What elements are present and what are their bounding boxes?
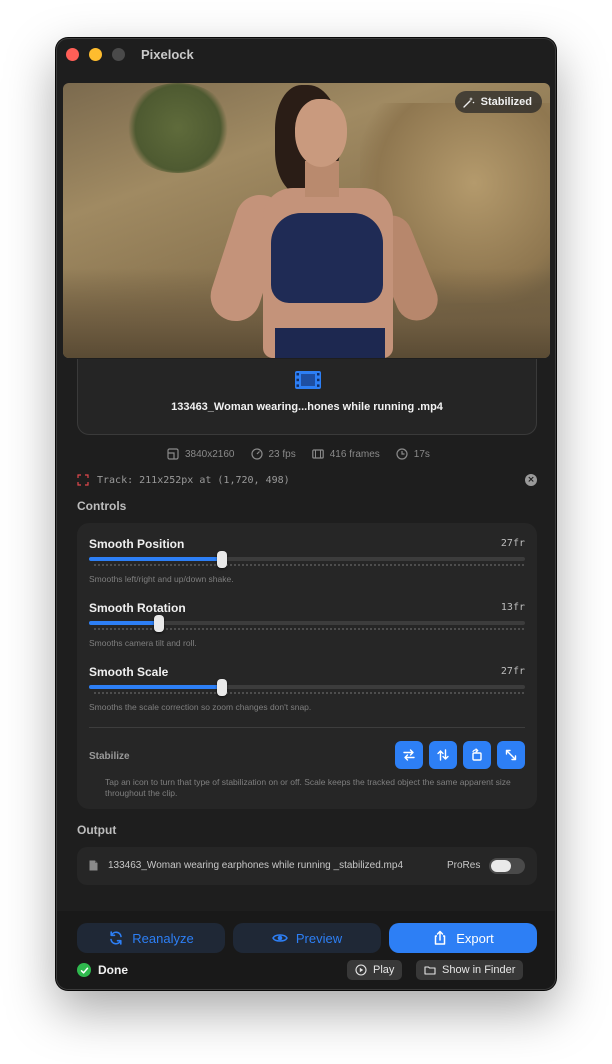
title-bar: Pixelock [57, 39, 555, 73]
clear-track-button[interactable]: × [525, 474, 537, 486]
eye-icon [272, 934, 288, 942]
zoom-window-button[interactable] [112, 48, 125, 61]
fps-text: 23 fps [268, 448, 296, 460]
smooth-scale-ticks [93, 692, 525, 694]
show-in-finder-button[interactable]: Show in Finder [416, 960, 524, 980]
video-metadata-row: 3840x2160 23 fps 416 frames 17s [167, 447, 430, 461]
refresh-icon [110, 931, 123, 945]
smooth-position-hint: Smooths left/right and up/down shake. [89, 574, 234, 584]
source-file-card[interactable]: 133463_Woman wearing...hones while runni… [77, 359, 537, 435]
smooth-position-ticks [93, 564, 525, 566]
checkmark-icon [77, 963, 91, 977]
close-icon: × [527, 475, 535, 485]
document-icon [89, 860, 98, 871]
stabilized-badge-label: Stabilized [480, 96, 532, 108]
stabilize-label: Stabilize [89, 751, 130, 762]
play-icon [355, 964, 367, 976]
smooth-rotation-label: Smooth Rotation [89, 601, 186, 615]
rotation-icon [472, 748, 482, 761]
tracking-box-icon [77, 474, 89, 486]
smooth-scale-thumb[interactable] [217, 679, 228, 696]
reanalyze-label: Reanalyze [132, 930, 194, 946]
resolution-icon [167, 448, 179, 460]
speedometer-icon [250, 448, 263, 460]
output-card: 133463_Woman wearing earphones while run… [77, 847, 537, 885]
footer-bar: Reanalyze Preview Export Done Play Show … [57, 911, 555, 989]
smooth-position-value: 27fr [500, 538, 525, 549]
play-button[interactable]: Play [347, 960, 403, 980]
prores-label: ProRes [447, 860, 481, 871]
stabilize-rotation-button[interactable] [463, 741, 491, 769]
smooth-position-label: Smooth Position [89, 537, 185, 551]
smooth-scale-label: Smooth Scale [89, 665, 169, 679]
smooth-scale-fill [89, 685, 223, 689]
clock-icon [396, 448, 408, 460]
output-heading: Output [77, 823, 117, 837]
stabilize-vertical-button[interactable] [429, 741, 457, 769]
scale-arrows-icon [505, 749, 517, 761]
horizontal-arrows-icon [403, 749, 415, 761]
stabilize-buttons [395, 741, 525, 769]
smooth-position-thumb[interactable] [217, 551, 228, 568]
share-icon [434, 930, 446, 945]
smooth-scale-value: 27fr [500, 666, 525, 677]
smooth-rotation-value: 13fr [500, 602, 525, 613]
smooth-position-fill [89, 557, 223, 561]
smooth-rotation-hint: Smooths camera tilt and roll. [89, 638, 197, 648]
minimize-window-button[interactable] [89, 48, 102, 61]
folder-icon [424, 966, 436, 975]
duration-text: 17s [413, 448, 430, 460]
stabilized-badge: Stabilized [454, 91, 542, 113]
resolution-text: 3840x2160 [185, 448, 235, 460]
stabilize-scale-button[interactable] [497, 741, 525, 769]
play-label: Play [373, 964, 395, 976]
smooth-rotation-slider-block: Smooth Rotation 13fr Smooths camera tilt… [89, 601, 525, 649]
smooth-position-slider-block: Smooth Position 27fr Smooths left/right … [89, 537, 525, 585]
video-preview[interactable]: Stabilized [63, 83, 550, 358]
smooth-rotation-fill [89, 621, 160, 625]
show-in-finder-label: Show in Finder [442, 964, 516, 976]
film-icon [295, 371, 321, 389]
track-info-text: Track: 211x252px at (1,720, 498) [97, 474, 290, 486]
smooth-scale-slider-block: Smooth Scale 27fr Smooths the scale corr… [89, 665, 525, 713]
stabilize-hint: Tap an icon to turn that type of stabili… [105, 777, 511, 798]
status-indicator: Done [77, 963, 128, 977]
status-label: Done [98, 963, 128, 977]
magic-wand-icon [462, 97, 474, 108]
window-title: Pixelock [141, 47, 194, 62]
controls-heading: Controls [77, 499, 127, 513]
reanalyze-button[interactable]: Reanalyze [77, 923, 225, 953]
preview-button[interactable]: Preview [233, 923, 381, 953]
vertical-arrows-icon [437, 749, 449, 761]
frames-text: 416 frames [329, 448, 380, 460]
smooth-rotation-thumb[interactable] [154, 615, 165, 632]
output-filename[interactable]: 133463_Woman wearing earphones while run… [108, 860, 403, 871]
smooth-scale-hint: Smooths the scale correction so zoom cha… [89, 702, 312, 712]
stabilize-horizontal-button[interactable] [395, 741, 423, 769]
track-info-row: Track: 211x252px at (1,720, 498) × [77, 473, 537, 487]
frames-icon [311, 449, 324, 459]
preview-label: Preview [295, 930, 343, 946]
prores-toggle[interactable] [489, 858, 525, 874]
prores-toggle-knob [491, 860, 511, 872]
export-label: Export [456, 930, 494, 946]
video-frame-runner [204, 83, 453, 358]
controls-card: Smooth Position 27fr Smooths left/right … [77, 523, 537, 809]
app-window: Pixelock Stabilized 133463_Woman wearing [56, 38, 556, 990]
source-file-name: 133463_Woman wearing...hones while runni… [171, 401, 443, 413]
export-button[interactable]: Export [389, 923, 537, 953]
controls-divider [89, 727, 525, 728]
close-window-button[interactable] [66, 48, 79, 61]
